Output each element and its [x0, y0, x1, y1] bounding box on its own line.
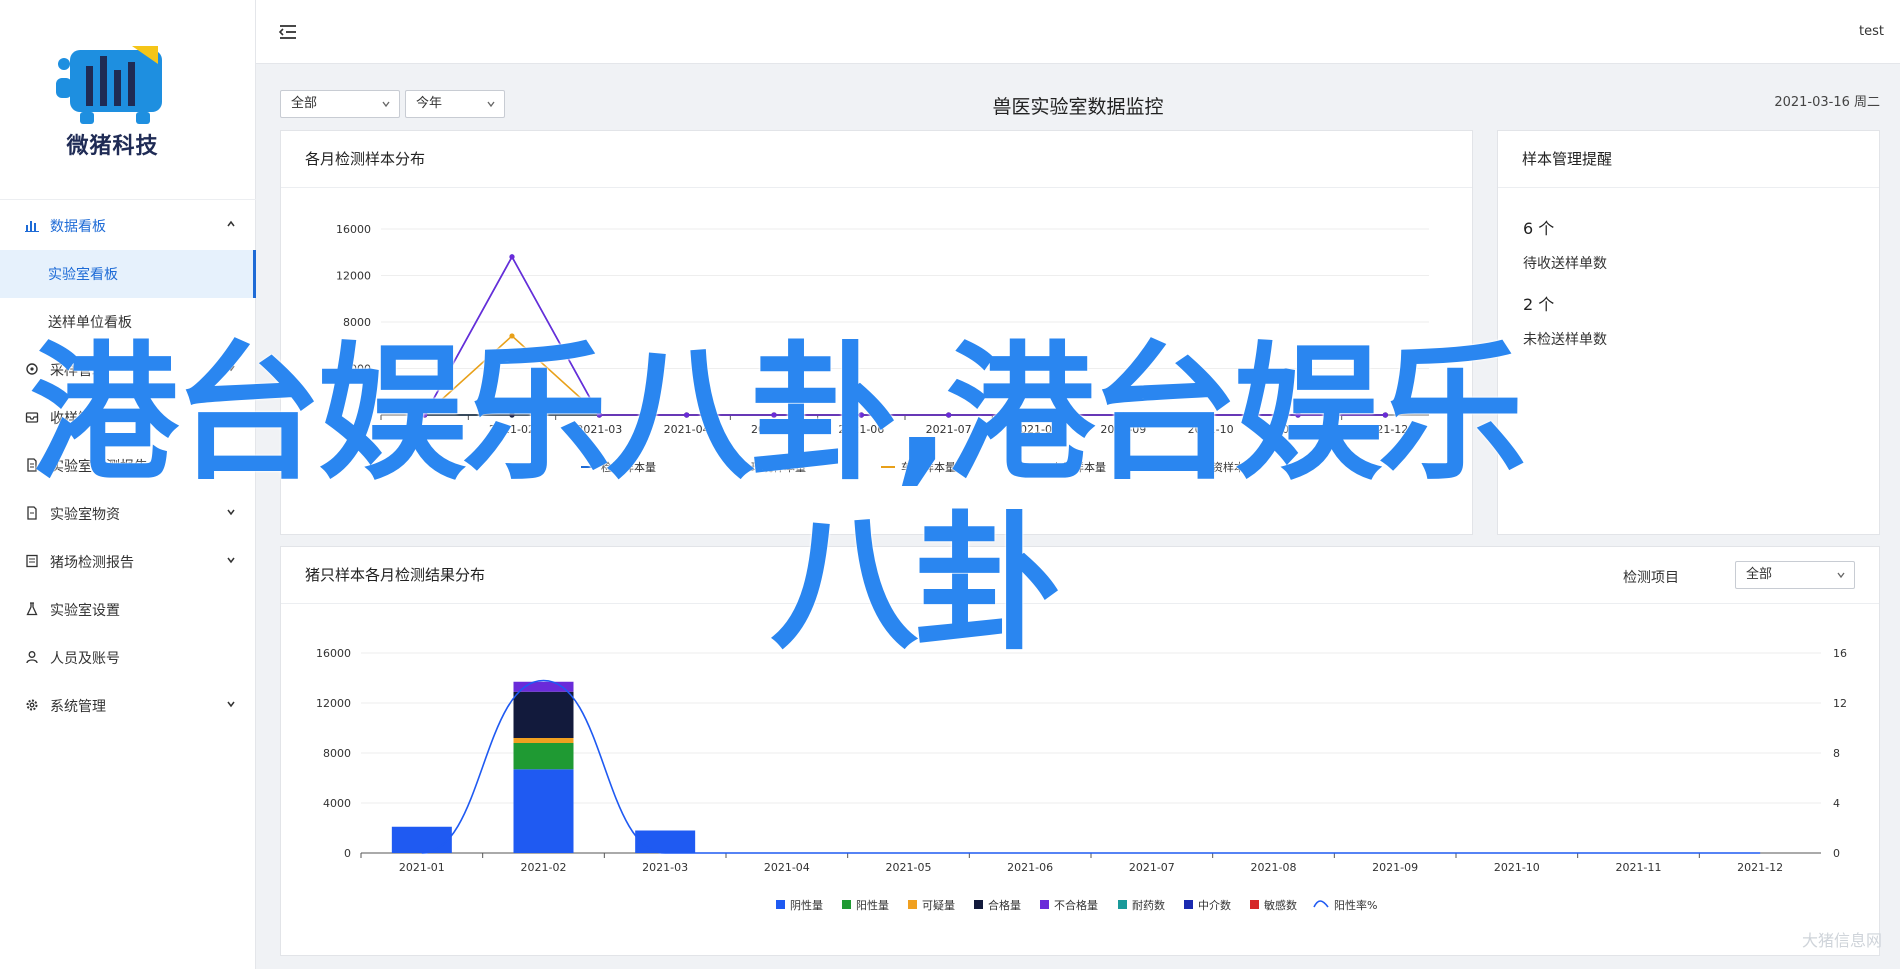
sample-reminder-card: 样本管理提醒 6 个 待收送样单数 2 个 未检送样单数 — [1497, 130, 1880, 535]
legend-label: 阴性量 — [790, 898, 823, 912]
brand-name: 微猪科技 — [66, 134, 159, 159]
legend-label: 中介数 — [1198, 899, 1231, 912]
sidebar-item-lab-dashboard[interactable]: 实验室看板 — [0, 250, 256, 298]
y-tick-label: 12000 — [316, 697, 351, 710]
y2-tick-label: 12 — [1833, 697, 1847, 710]
chevron-down-icon — [226, 698, 236, 712]
bar-segment — [391, 826, 452, 853]
pending-test-count[interactable]: 2 个 — [1523, 291, 1554, 315]
sidebar-item-lab-settings[interactable]: 实验室设置 — [0, 586, 256, 634]
y-tick-label: 12000 — [336, 270, 371, 283]
overlay-headline-line2: 八卦 — [770, 498, 1062, 670]
legend-swatch — [974, 900, 983, 909]
bar-segment — [635, 830, 696, 853]
bar-segment — [513, 738, 574, 743]
gear-icon — [24, 698, 40, 714]
legend-label: 合格量 — [988, 898, 1021, 912]
pending-receive-count[interactable]: 6 个 — [1523, 215, 1554, 239]
menu-fold-icon[interactable] — [278, 22, 298, 42]
x-tick-label: 2021-04 — [764, 861, 810, 874]
pending-test-label: 未检送样单数 — [1523, 332, 1607, 348]
y2-tick-label: 4 — [1833, 797, 1840, 810]
y2-tick-label: 0 — [1833, 847, 1840, 860]
x-tick-label: 2021-08 — [1251, 861, 1297, 874]
x-tick-label: 2021-10 — [1494, 861, 1540, 874]
page-title: 兽医实验室数据监控 — [992, 96, 1164, 118]
legend-swatch — [1184, 900, 1193, 909]
brand-logo[interactable]: 微猪科技 — [0, 0, 256, 200]
x-tick-label: 2021-12 — [1737, 861, 1783, 874]
overlay-headline-line1: 港台娱乐八卦,港台娱乐 — [30, 328, 1526, 500]
sidebar-item-label: 猪场检测报告 — [50, 555, 134, 571]
x-tick-label: 2021-07 — [1129, 861, 1175, 874]
x-tick-label: 2021-02 — [521, 861, 567, 874]
bar-segment — [513, 769, 574, 853]
legend-label: 不合格量 — [1054, 898, 1098, 912]
bar-chart-icon — [24, 218, 40, 234]
y-tick-label: 16000 — [316, 647, 351, 660]
flask-icon — [24, 602, 40, 618]
legend-swatch — [908, 900, 917, 909]
x-tick-label: 2021-03 — [642, 861, 688, 874]
legend-swatch — [1118, 900, 1127, 909]
user-name[interactable]: test — [1859, 24, 1884, 39]
sidebar-item-label: 实验室设置 — [50, 603, 120, 619]
sidebar-item-label: 实验室物资 — [50, 507, 120, 523]
rate-line — [421, 679, 1761, 854]
legend-swatch — [1313, 900, 1329, 908]
supplies-icon — [24, 506, 40, 522]
card-title: 样本管理提醒 — [1522, 150, 1613, 168]
bar-segment — [513, 681, 574, 692]
sidebar-item-accounts[interactable]: 人员及账号 — [0, 634, 256, 682]
pig-results-chart: 0 4000 8000 12000 16000 0 4 8 12 16 2021-01 2021-02… — [316, 647, 1847, 912]
top-bar: test — [256, 0, 1900, 64]
user-icon — [24, 650, 40, 666]
corner-watermark: 大猪信息网 — [1801, 931, 1882, 950]
bar-segment — [513, 691, 574, 738]
chevron-down-icon — [226, 554, 236, 568]
sidebar-item-system[interactable]: 系统管理 — [0, 682, 256, 730]
sidebar-item-label: 实验室看板 — [48, 267, 118, 283]
divider — [1498, 187, 1879, 188]
legend-swatch — [1040, 900, 1049, 909]
legend-label: 耐药数 — [1132, 899, 1165, 912]
sidebar-item-label: 数据看板 — [50, 219, 106, 235]
pending-receive-label: 待收送样单数 — [1523, 256, 1607, 272]
sidebar-item-label: 系统管理 — [50, 699, 106, 715]
legend-label: 可疑量 — [922, 899, 955, 912]
y2-tick-label: 16 — [1833, 647, 1847, 660]
pig-logo-icon — [56, 46, 162, 124]
x-tick-label: 2021-09 — [1372, 861, 1418, 874]
data-point — [509, 254, 515, 260]
sidebar-item-dashboard[interactable]: 数据看板 — [0, 202, 256, 250]
legend-swatch — [1250, 900, 1259, 909]
legend-label: 阳性量 — [856, 898, 889, 912]
legend-label: 阳性率% — [1334, 898, 1377, 912]
y-tick-label: 16000 — [336, 223, 371, 236]
x-tick-label: 2021-11 — [1616, 861, 1662, 874]
legend-swatch — [842, 900, 851, 909]
x-tick-label: 2021-05 — [886, 861, 932, 874]
pig-results-card: 猪只样本各月检测结果分布 检测项目 全部 0 4000 8000 12000 16000… — [280, 546, 1880, 956]
chevron-up-icon — [226, 218, 236, 232]
sidebar-item-farm-report[interactable]: 猪场检测报告 — [0, 538, 256, 586]
x-tick-label: 2021-01 — [399, 861, 445, 874]
y-tick-label: 0 — [344, 847, 351, 860]
legend-label: 敏感数 — [1264, 898, 1297, 912]
y-tick-label: 4000 — [323, 797, 351, 810]
farm-report-icon — [24, 554, 40, 570]
x-tick-label: 2021-06 — [1007, 861, 1053, 874]
y-tick-label: 8000 — [323, 747, 351, 760]
bar-segment — [513, 743, 574, 770]
sidebar-item-label: 人员及账号 — [50, 651, 120, 667]
legend-swatch — [776, 900, 785, 909]
current-date: 2021-03-16 周二 — [1774, 95, 1880, 110]
chevron-down-icon — [226, 506, 236, 520]
y2-tick-label: 8 — [1833, 747, 1840, 760]
